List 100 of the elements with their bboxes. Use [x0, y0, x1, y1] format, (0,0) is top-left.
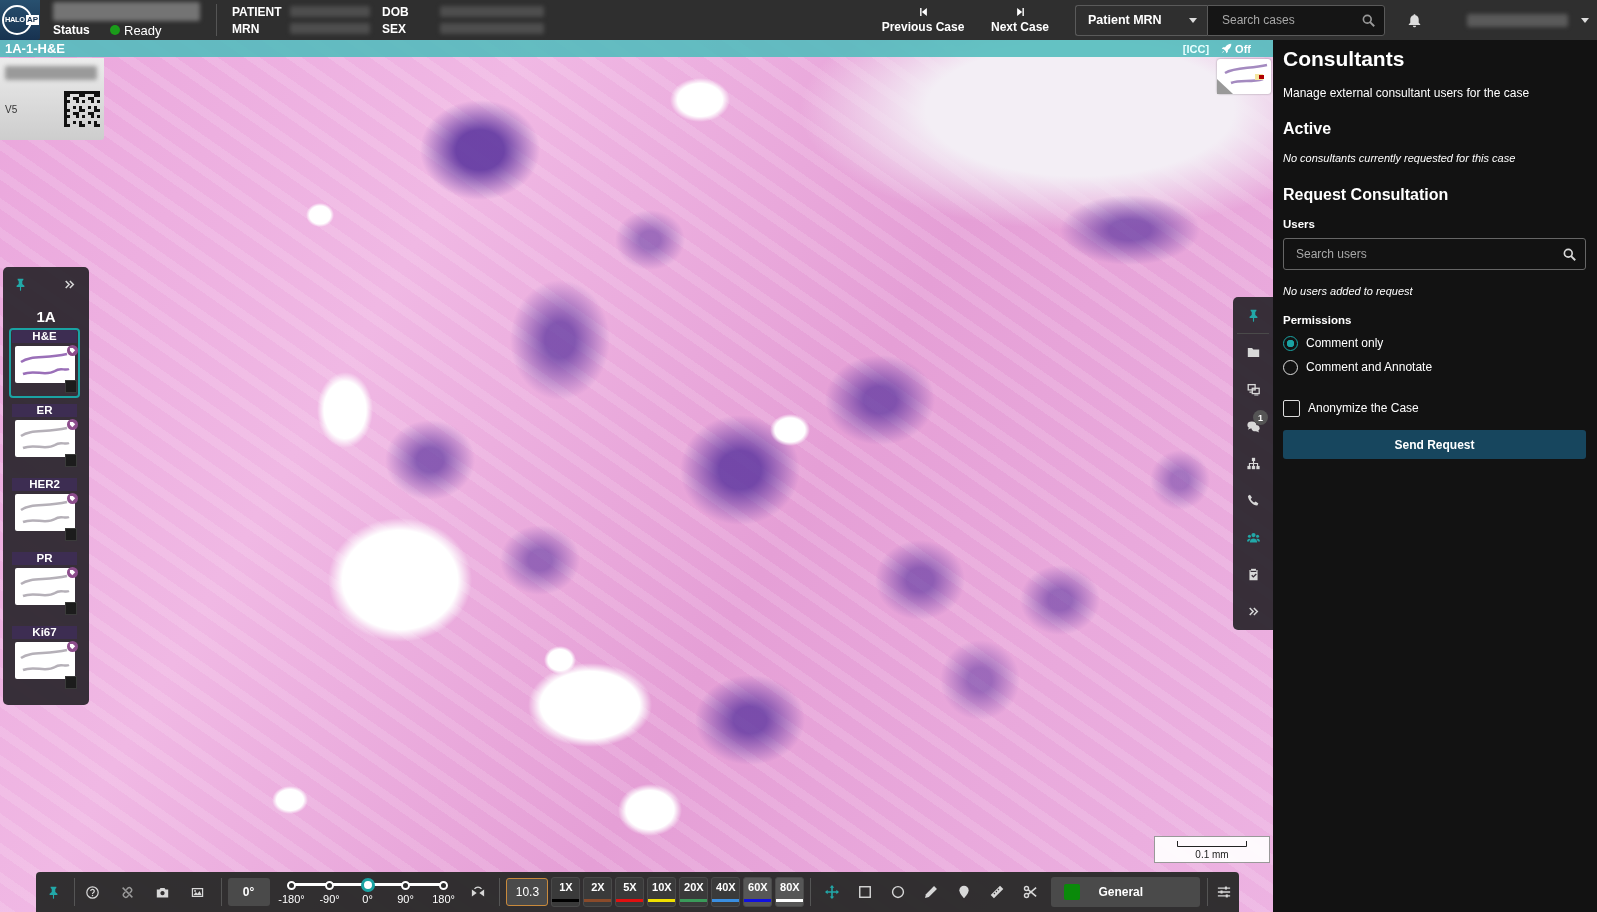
magnification-button[interactable]: 20X — [679, 877, 709, 907]
slide-checkbox[interactable] — [65, 380, 77, 393]
slide-title: 1A-1-H&E — [5, 41, 65, 56]
tag-icon[interactable] — [67, 567, 78, 578]
double-chevron-icon[interactable] — [1247, 606, 1259, 617]
case-search-field[interactable]: Search cases — [1207, 4, 1385, 36]
magnification-button[interactable]: 40X — [711, 877, 741, 907]
skip-forward-icon — [1015, 6, 1025, 17]
phone-icon[interactable] — [1246, 494, 1260, 507]
checkbox-option[interactable]: Anonymize the Case — [1283, 399, 1586, 417]
slide-card[interactable]: PR — [9, 550, 80, 620]
users-icon[interactable] — [1246, 531, 1260, 544]
map-pin-icon[interactable] — [956, 885, 971, 899]
radio-option[interactable]: Comment only — [1283, 334, 1586, 352]
slide-card[interactable]: HER2 — [9, 476, 80, 546]
empty-message: No users added to request — [1283, 284, 1414, 299]
move-icon[interactable] — [824, 885, 839, 899]
slide-minimap[interactable] — [1217, 59, 1271, 94]
scale-label: 0.1 mm — [1195, 849, 1229, 860]
next-case-button[interactable]: Next Case — [989, 4, 1051, 36]
radio-option[interactable]: Comment and Annotate — [1283, 358, 1586, 376]
tick-label: -90° — [318, 893, 341, 906]
slider-stop-icon — [401, 880, 411, 890]
status-label: Status — [53, 23, 91, 37]
image-icon[interactable] — [190, 885, 204, 899]
magnification-button[interactable]: 2X — [583, 877, 613, 907]
circle-icon[interactable] — [890, 885, 905, 899]
comments-icon[interactable] — [1246, 420, 1260, 433]
camera-icon[interactable] — [155, 885, 169, 899]
flip-icon[interactable] — [470, 885, 485, 899]
block-label: 1A — [35, 308, 57, 326]
radio-button[interactable] — [1283, 335, 1298, 351]
slider-stop-icon — [287, 880, 297, 890]
slide-checkbox[interactable] — [65, 676, 77, 689]
scissors-icon[interactable] — [1022, 885, 1037, 899]
patient-field-label: SEX — [382, 21, 407, 36]
skip-back-icon — [918, 6, 928, 17]
slide-checkbox[interactable] — [65, 602, 77, 615]
double-chevron-icon[interactable] — [64, 278, 75, 290]
screens-icon[interactable] — [1246, 383, 1260, 396]
magnification-button[interactable]: 80X — [775, 877, 805, 907]
version-text: V5 — [5, 103, 18, 115]
unlink-icon[interactable] — [120, 885, 134, 899]
caret-icon[interactable] — [1581, 17, 1589, 23]
tag-icon[interactable] — [67, 345, 78, 356]
slide-checkbox[interactable] — [65, 528, 77, 541]
user-search-field[interactable]: Search users — [1283, 238, 1586, 270]
count-badge: 1 — [1253, 410, 1268, 425]
send-request-button[interactable]: Send Request — [1283, 430, 1586, 459]
clipboard-icon[interactable] — [1246, 568, 1260, 581]
slider-stop-icon — [325, 880, 335, 890]
previous-case-button[interactable]: Previous Case — [881, 4, 965, 36]
stain-label: ER — [12, 404, 77, 417]
magnification-button[interactable]: 60X — [743, 877, 773, 907]
section-heading: Request Consultation — [1283, 185, 1450, 205]
tag-icon[interactable] — [67, 419, 78, 430]
rotation-angle-field[interactable]: 0° — [227, 878, 270, 906]
slide-thumbnail — [15, 494, 75, 531]
qr-code-icon — [64, 91, 100, 127]
panel-title: Consultants — [1283, 46, 1406, 72]
panel-description: Manage external consultant users for the case — [1283, 85, 1531, 101]
logo-suffix: AP — [26, 15, 40, 25]
slider-thumb[interactable] — [360, 878, 375, 892]
checkbox[interactable] — [1283, 399, 1300, 417]
slide-card[interactable]: H&E — [9, 328, 80, 398]
slide-card[interactable]: Ki67 — [9, 624, 80, 694]
scale-bracket-icon — [1177, 841, 1247, 847]
slide-thumbnail — [15, 420, 75, 457]
tick-label: -180° — [277, 893, 306, 906]
magnification-button[interactable]: 5X — [615, 877, 645, 907]
stain-label: H&E — [12, 330, 77, 343]
tag-icon[interactable] — [67, 641, 78, 652]
search-scope-dropdown[interactable]: Patient MRN — [1075, 4, 1207, 36]
notifications-bell-icon[interactable] — [1407, 12, 1422, 28]
pin-icon[interactable] — [14, 277, 27, 291]
magnification-button[interactable]: 1X — [551, 877, 581, 907]
slider-stop-icon — [439, 880, 449, 890]
field-label: Permissions — [1283, 313, 1353, 328]
search-icon[interactable] — [1362, 13, 1375, 27]
stain-label: HER2 — [12, 478, 77, 491]
hierarchy-icon[interactable] — [1246, 457, 1260, 470]
caret-icon — [1189, 17, 1197, 23]
annotation-class-dropdown[interactable]: General — [1051, 877, 1201, 907]
slide-card[interactable]: ER — [9, 402, 80, 472]
pencil-icon[interactable] — [923, 885, 938, 899]
folder-icon[interactable] — [1246, 346, 1260, 359]
square-icon[interactable] — [857, 885, 872, 899]
tick-label: 90° — [396, 893, 415, 906]
settings-sliders-icon[interactable] — [1217, 885, 1232, 899]
zoom-level-field[interactable]: 10.3 — [506, 878, 549, 906]
search-icon[interactable] — [1563, 247, 1576, 261]
help-icon[interactable] — [85, 885, 99, 899]
section-heading: Active — [1283, 119, 1333, 139]
tag-icon[interactable] — [67, 493, 78, 504]
field-label: Users — [1283, 217, 1316, 232]
magnification-button[interactable]: 10X — [647, 877, 677, 907]
tick-label: 0° — [361, 893, 374, 906]
ruler-icon[interactable] — [989, 885, 1004, 899]
slide-checkbox[interactable] — [65, 454, 77, 467]
patient-field-label: PATIENT — [232, 4, 283, 19]
